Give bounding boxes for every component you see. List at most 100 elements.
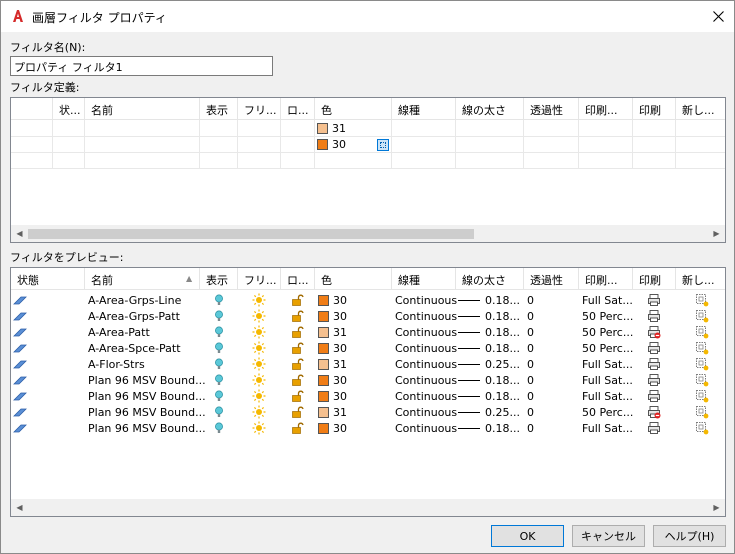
layer-status-icon[interactable]: [13, 373, 27, 387]
definition-horizontal-scrollbar[interactable]: ◀ ▶: [11, 225, 725, 242]
column-header[interactable]: 線の太さ: [456, 268, 524, 290]
layer-row[interactable]: Plan 96 MSV Bound... 30 Continuous 0.18... 0…: [11, 420, 725, 436]
column-header[interactable]: 表示: [200, 98, 238, 120]
filter-definition-grid[interactable]: 状... 名前 表示 フリ... ロ... 色線種 線の太さ 透過性 印刷... 印刷 新し... …: [10, 97, 726, 243]
layer-status-icon[interactable]: [13, 341, 27, 355]
column-header[interactable]: 表示: [200, 268, 238, 290]
lightbulb-on-icon[interactable]: [212, 309, 226, 323]
new-viewport-freeze-icon[interactable]: [695, 421, 709, 435]
unlocked-padlock-icon[interactable]: [290, 421, 304, 435]
unlocked-padlock-icon[interactable]: [290, 309, 304, 323]
column-header[interactable]: 線種: [392, 98, 456, 120]
scroll-left-arrow-icon[interactable]: ◀: [11, 499, 28, 516]
column-header[interactable]: 名前: [85, 98, 200, 120]
new-viewport-freeze-icon[interactable]: [695, 373, 709, 387]
column-header[interactable]: 名前: [85, 268, 200, 290]
new-viewport-freeze-icon[interactable]: [695, 389, 709, 403]
sun-thawed-icon[interactable]: [252, 357, 266, 371]
close-button[interactable]: [701, 3, 735, 30]
layer-row[interactable]: A-Area-Grps-Line 30 Continuous 0.18... 0 Full…: [11, 292, 725, 308]
filter-name-input[interactable]: プロパティ フィルタ1: [10, 56, 273, 76]
printer-icon[interactable]: [647, 341, 661, 355]
scroll-right-arrow-icon[interactable]: ▶: [708, 225, 725, 242]
sun-thawed-icon[interactable]: [252, 389, 266, 403]
column-header[interactable]: 状態: [11, 268, 85, 290]
layer-status-icon[interactable]: [13, 309, 27, 323]
unlocked-padlock-icon[interactable]: [290, 373, 304, 387]
layer-status-icon[interactable]: [13, 293, 27, 307]
layer-row[interactable]: Plan 96 MSV Bound... 30 Continuous 0.18... 0…: [11, 388, 725, 404]
layer-status-icon[interactable]: [13, 405, 27, 419]
color-picker-button[interactable]: [377, 139, 389, 151]
new-viewport-freeze-icon[interactable]: [695, 341, 709, 355]
column-header[interactable]: 色: [315, 268, 392, 290]
column-header[interactable]: 印刷: [633, 98, 676, 120]
no-plot-printer-icon[interactable]: [647, 325, 661, 339]
layer-row[interactable]: A-Area-Grps-Patt 30 Continuous 0.18... 0 50 P…: [11, 308, 725, 324]
sun-thawed-icon[interactable]: [252, 325, 266, 339]
lightbulb-on-icon[interactable]: [212, 405, 226, 419]
lightbulb-on-icon[interactable]: [212, 325, 226, 339]
column-header[interactable]: 印刷...: [579, 268, 633, 290]
layer-status-icon[interactable]: [13, 325, 27, 339]
lightbulb-on-icon[interactable]: [212, 341, 226, 355]
new-viewport-freeze-icon[interactable]: [695, 405, 709, 419]
no-plot-printer-icon[interactable]: [647, 405, 661, 419]
new-viewport-freeze-icon[interactable]: [695, 357, 709, 371]
column-header[interactable]: 透過性: [524, 268, 579, 290]
column-header[interactable]: フリ...: [238, 268, 281, 290]
lightbulb-on-icon[interactable]: [212, 357, 226, 371]
column-header[interactable]: 新し...: [676, 268, 725, 290]
printer-icon[interactable]: [647, 373, 661, 387]
cancel-button[interactable]: キャンセル: [572, 525, 645, 547]
unlocked-padlock-icon[interactable]: [290, 341, 304, 355]
help-button[interactable]: ヘルプ(H): [653, 525, 726, 547]
new-viewport-freeze-icon[interactable]: [695, 293, 709, 307]
column-header[interactable]: フリ...: [238, 98, 281, 120]
column-header[interactable]: 線の太さ: [456, 98, 524, 120]
sun-thawed-icon[interactable]: [252, 421, 266, 435]
lightbulb-on-icon[interactable]: [212, 373, 226, 387]
printer-icon[interactable]: [647, 421, 661, 435]
lightbulb-on-icon[interactable]: [212, 389, 226, 403]
sun-thawed-icon[interactable]: [252, 373, 266, 387]
ok-button[interactable]: OK: [491, 525, 564, 547]
sun-thawed-icon[interactable]: [252, 405, 266, 419]
column-header[interactable]: 透過性: [524, 98, 579, 120]
color-value[interactable]: 30: [332, 138, 346, 151]
layer-row[interactable]: A-Area-Patt 31 Continuous 0.18... 0 50 Perc..…: [11, 324, 725, 340]
column-header[interactable]: 印刷...: [579, 98, 633, 120]
lightbulb-on-icon[interactable]: [212, 421, 226, 435]
layer-row[interactable]: A-Flor-Strs 31 Continuous 0.25... 0 Full Sat.…: [11, 356, 725, 372]
sun-thawed-icon[interactable]: [252, 341, 266, 355]
color-value[interactable]: 31: [332, 122, 346, 135]
layer-status-icon[interactable]: [13, 389, 27, 403]
scroll-left-arrow-icon[interactable]: ◀: [11, 225, 28, 242]
printer-icon[interactable]: [647, 293, 661, 307]
layer-row[interactable]: Plan 96 MSV Bound... 31 Continuous 0.25... 0…: [11, 404, 725, 420]
new-viewport-freeze-icon[interactable]: [695, 325, 709, 339]
column-header[interactable]: 色: [315, 98, 392, 120]
column-header[interactable]: 線種: [392, 268, 456, 290]
column-header[interactable]: 新し...: [676, 98, 725, 120]
column-header[interactable]: 状...: [53, 98, 85, 120]
sun-thawed-icon[interactable]: [252, 309, 266, 323]
unlocked-padlock-icon[interactable]: [290, 389, 304, 403]
unlocked-padlock-icon[interactable]: [290, 293, 304, 307]
printer-icon[interactable]: [647, 389, 661, 403]
new-viewport-freeze-icon[interactable]: [695, 309, 709, 323]
sun-thawed-icon[interactable]: [252, 293, 266, 307]
scroll-thumb[interactable]: [28, 229, 474, 239]
column-header[interactable]: 印刷: [633, 268, 676, 290]
unlocked-padlock-icon[interactable]: [290, 325, 304, 339]
scroll-right-arrow-icon[interactable]: ▶: [708, 499, 725, 516]
column-header[interactable]: ロ...: [281, 268, 315, 290]
column-header[interactable]: ロ...: [281, 98, 315, 120]
printer-icon[interactable]: [647, 309, 661, 323]
printer-icon[interactable]: [647, 357, 661, 371]
lightbulb-on-icon[interactable]: [212, 293, 226, 307]
layer-status-icon[interactable]: [13, 421, 27, 435]
layer-row[interactable]: Plan 96 MSV Bound... 30 Continuous 0.18... 0…: [11, 372, 725, 388]
unlocked-padlock-icon[interactable]: [290, 405, 304, 419]
filter-preview-grid[interactable]: 状態 名前 ▲ 表示 フリ... ロ... 色線種 線の太さ 透過性 印刷... 印刷 新し... A…: [10, 267, 726, 517]
